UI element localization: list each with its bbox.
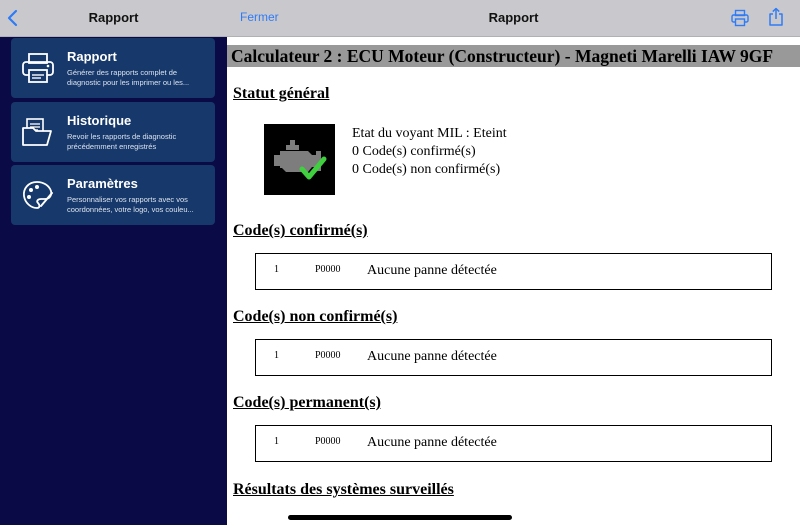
main-header: Fermer Rapport [227,0,800,37]
unconfirmed-count-text: 0 Code(s) non confirmé(s) [352,162,501,177]
code-description: Aucune panne détectée [367,263,497,278]
folder-documents-icon [22,118,52,146]
status-summary: Etat du voyant MIL : Eteint 0 Code(s) co… [352,125,507,179]
sidebar-item-description: Générer des rapports complet de diagnost… [67,68,190,87]
code-id: P0000 [315,436,341,447]
code-index: 1 [274,350,279,361]
code-index: 1 [274,264,279,275]
sidebar-item-parametres[interactable]: Paramètres Personnaliser vos rapports av… [11,165,215,225]
printer-icon [22,53,54,83]
unconfirmed-codes-title: Code(s) non confirmé(s) [233,308,398,325]
sidebar-item-title: Historique [67,113,132,128]
sidebar-title: Rapport [88,10,139,25]
share-icon[interactable] [768,7,784,27]
confirmed-count-text: 0 Code(s) confirmé(s) [352,144,476,159]
monitored-systems-title: Résultats des systèmes surveillés [233,481,454,498]
unconfirmed-codes-table: 1 P0000 Aucune panne détectée [255,339,772,376]
sidebar: Rapport Rapport Générer des rapports com… [0,0,227,525]
permanent-codes-title: Code(s) permanent(s) [233,394,381,411]
code-id: P0000 [315,264,341,275]
sidebar-item-historique[interactable]: Historique Revoir les rapports de diagno… [11,102,215,162]
page-title: Rapport [488,10,539,25]
palette-icon [23,181,53,209]
ecu-title-banner: Calculateur 2 : ECU Moteur (Constructeur… [227,45,800,67]
sidebar-item-description: Personnaliser vos rapports avec vos coor… [67,195,194,214]
sidebar-item-title: Rapport [67,49,117,64]
permanent-codes-table: 1 P0000 Aucune panne détectée [255,425,772,462]
sidebar-item-title: Paramètres [67,176,138,191]
engine-check-icon [264,124,335,195]
mil-status-text: Etat du voyant MIL : Eteint [352,126,507,141]
report-content[interactable]: Calculateur 2 : ECU Moteur (Constructeur… [227,37,800,525]
sidebar-header: Rapport [0,0,227,37]
confirmed-codes-table: 1 P0000 Aucune panne détectée [255,253,772,290]
code-description: Aucune panne détectée [367,349,497,364]
status-section-title: Statut général [233,85,330,102]
sidebar-item-description: Revoir les rapports de diagnostic précéd… [67,132,177,151]
code-index: 1 [274,436,279,447]
confirmed-codes-title: Code(s) confirmé(s) [233,222,368,239]
home-indicator[interactable] [288,515,512,520]
sidebar-item-rapport[interactable]: Rapport Générer des rapports complet de … [11,38,215,98]
print-icon[interactable] [731,9,749,27]
code-description: Aucune panne détectée [367,435,497,450]
code-id: P0000 [315,350,341,361]
